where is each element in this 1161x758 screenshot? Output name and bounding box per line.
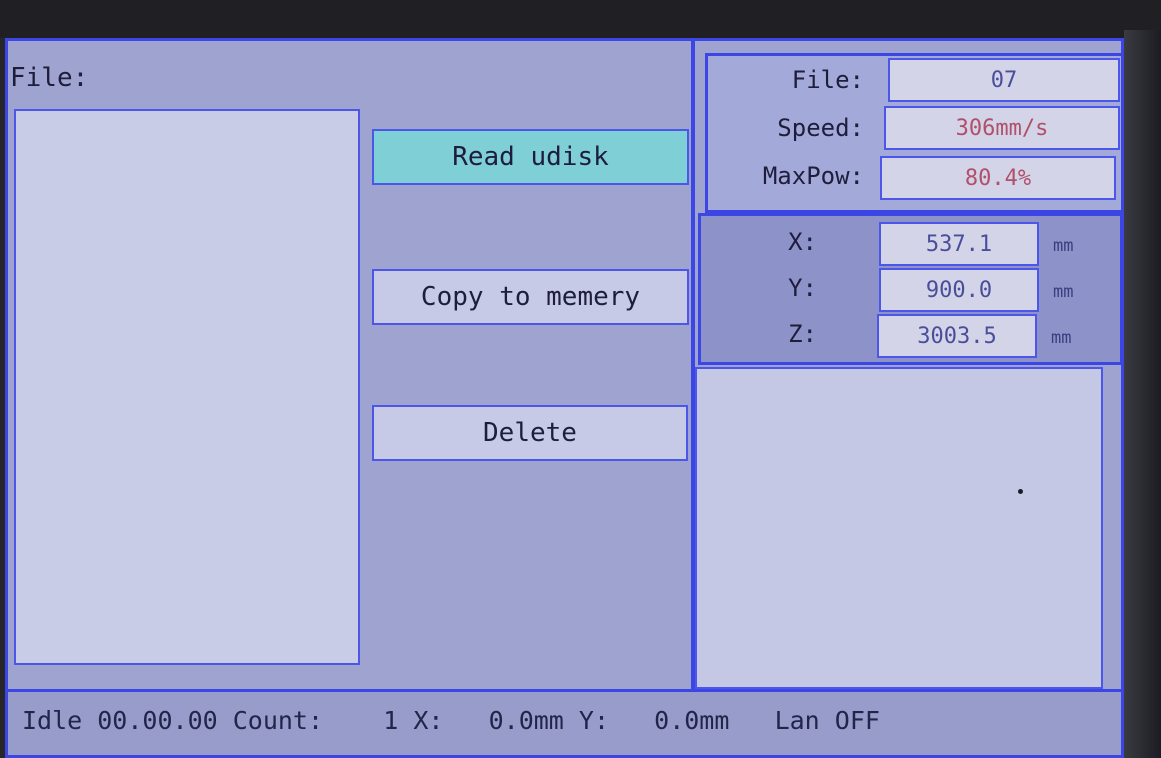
lcd-screen: File: Read udisk Copy to memery Delete F…	[5, 38, 1124, 758]
coord-x-value: 537.1	[879, 222, 1039, 266]
coord-z-label: Z:	[788, 320, 817, 348]
coord-y-unit: mm	[1053, 282, 1074, 302]
info-speed-label: Speed:	[777, 114, 864, 142]
info-file-label: File:	[791, 66, 864, 94]
coord-y-value: 900.0	[879, 268, 1039, 312]
info-maxpow-label: MaxPow:	[762, 162, 864, 190]
coord-x-label: X:	[788, 228, 817, 256]
coord-z-unit: mm	[1051, 328, 1072, 348]
info-maxpow-value: 80.4%	[880, 156, 1116, 200]
status-bar: Idle 00.00.00 Count: 1 X: 0.0mm Y: 0.0mm…	[8, 689, 1121, 755]
preview-area	[695, 367, 1103, 689]
coord-x-unit: mm	[1053, 236, 1074, 256]
delete-button[interactable]: Delete	[372, 405, 688, 461]
coord-y-label: Y:	[788, 274, 817, 302]
device-bezel-top	[0, 0, 1161, 38]
read-udisk-button[interactable]: Read udisk	[372, 129, 689, 185]
preview-position-marker	[1018, 489, 1023, 494]
copy-to-memory-button[interactable]: Copy to memery	[372, 269, 689, 325]
info-speed-value: 306mm/s	[884, 106, 1120, 150]
file-list-label: File:	[10, 63, 89, 93]
file-list[interactable]	[14, 109, 360, 665]
coordinate-panel: X: 537.1 mm Y: 900.0 mm Z: 3003.5 mm	[698, 213, 1121, 365]
device-bezel-right	[1124, 30, 1161, 758]
coord-z-value: 3003.5	[877, 314, 1037, 358]
info-file-value: 07	[888, 58, 1120, 102]
file-info-panel: File: 07 Speed: 306mm/s MaxPow: 80.4%	[705, 53, 1121, 213]
status-text: Idle 00.00.00 Count: 1 X: 0.0mm Y: 0.0mm…	[22, 706, 880, 735]
